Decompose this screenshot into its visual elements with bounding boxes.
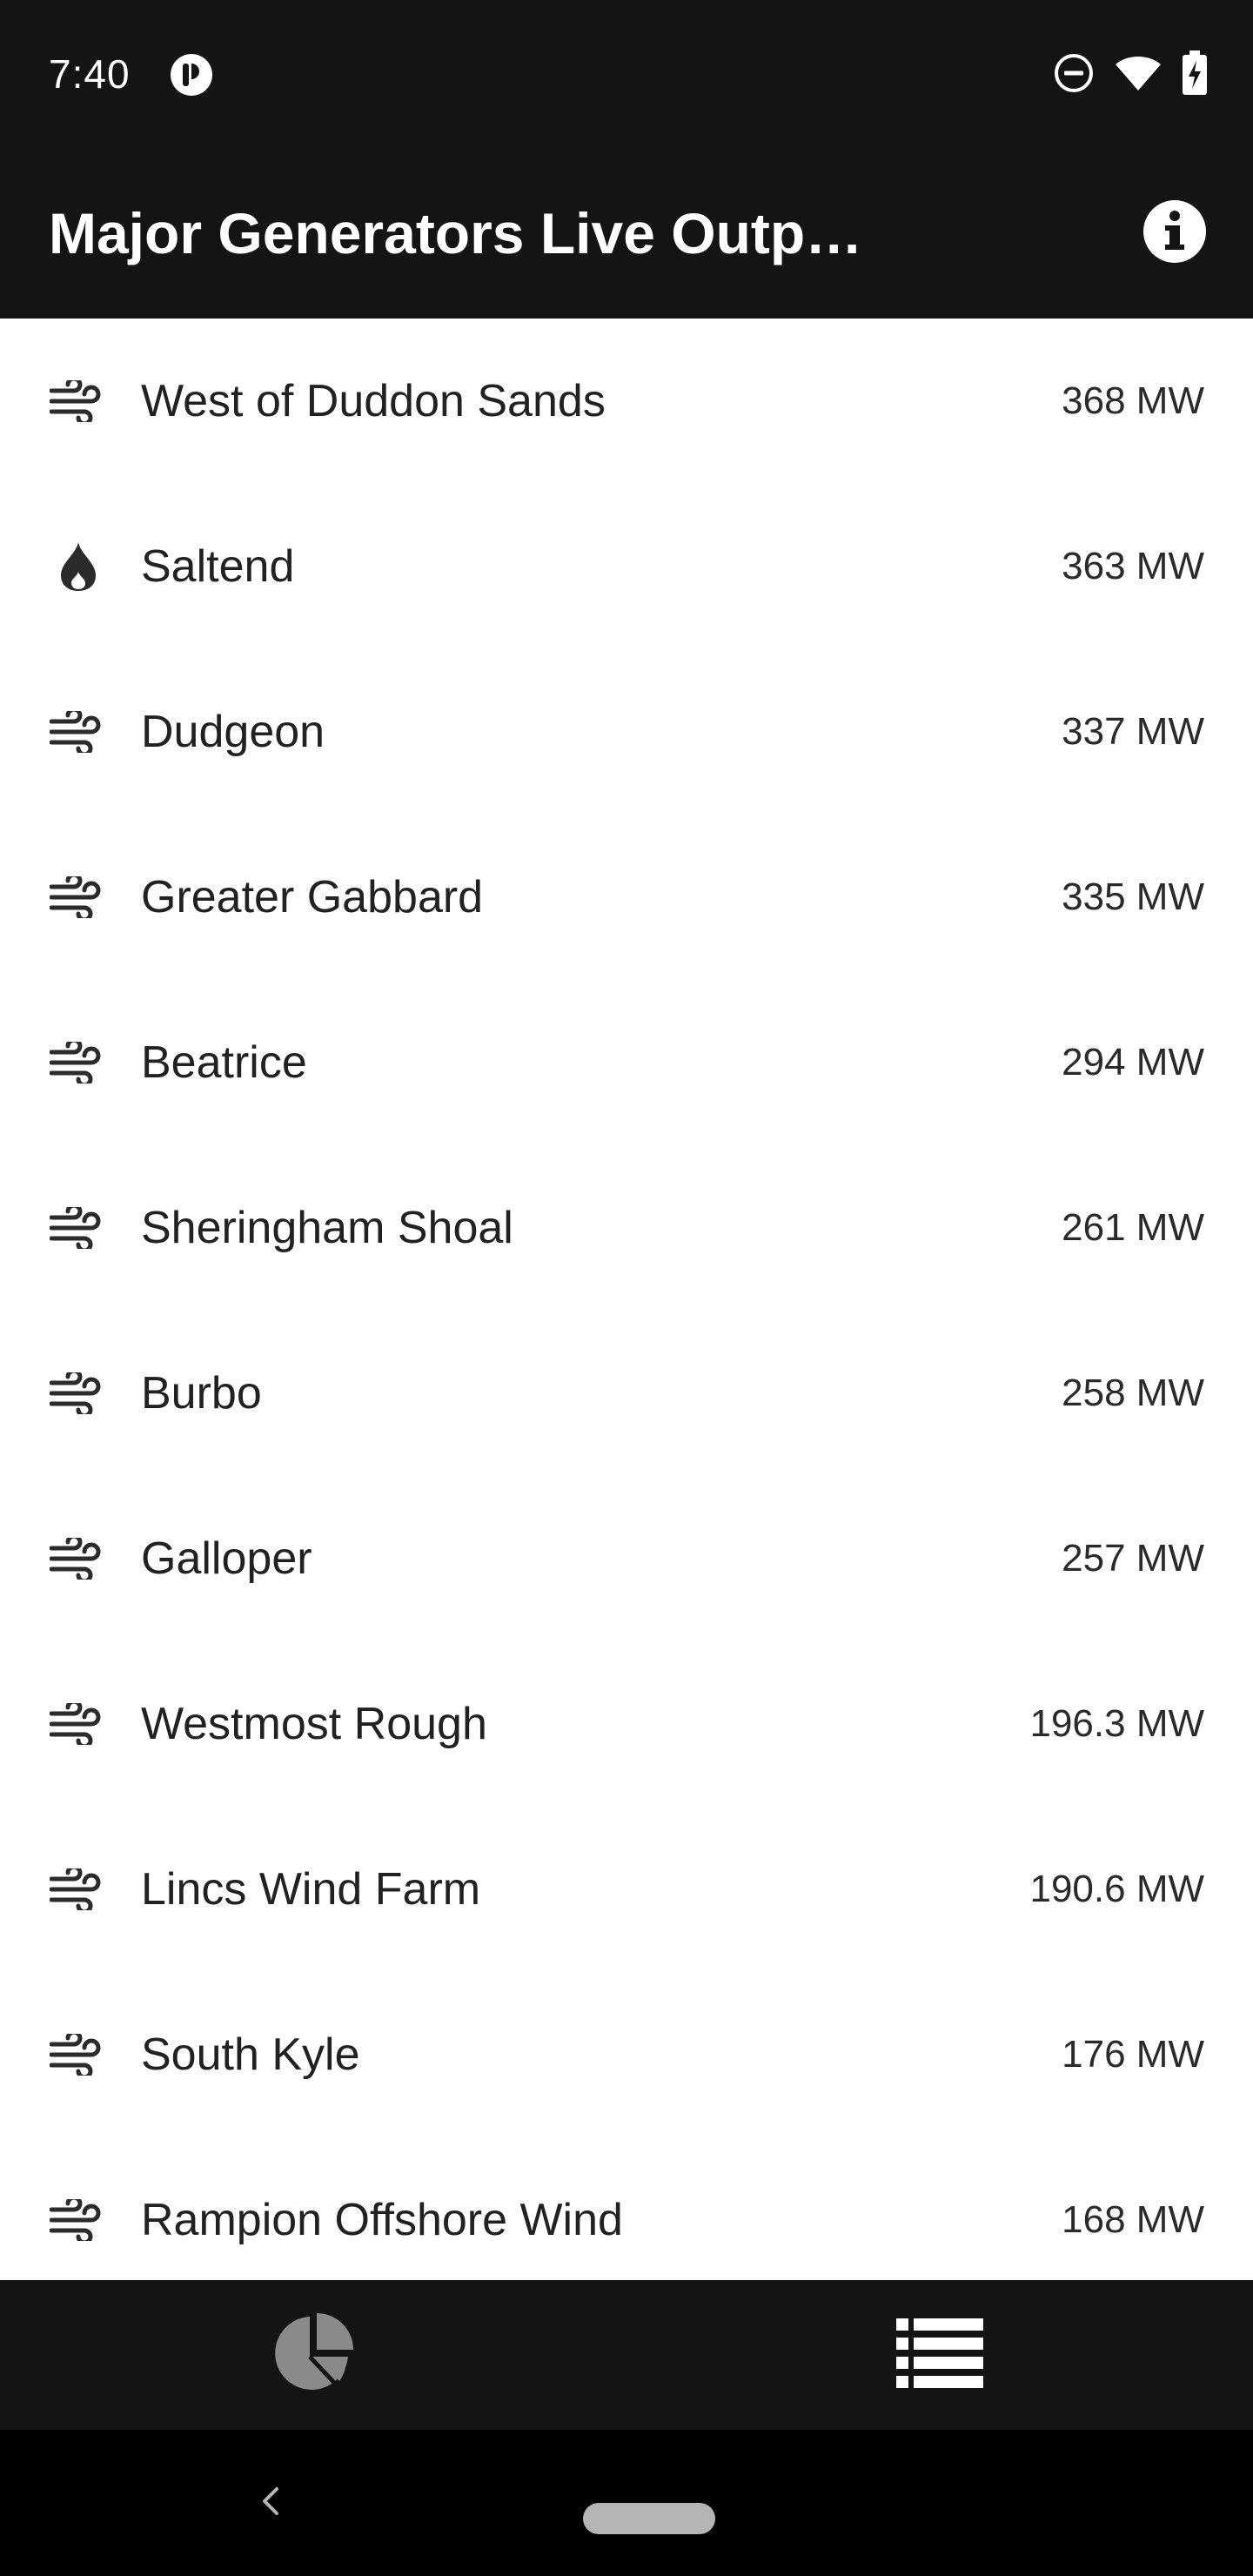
list-item[interactable]: Greater Gabbard 335 MW xyxy=(0,815,1253,980)
generator-output: 257 MW xyxy=(1062,1537,1204,1580)
list-item[interactable]: Lincs Wind Farm 190.6 MW xyxy=(0,1807,1253,1972)
flame-icon xyxy=(49,537,108,596)
wind-icon xyxy=(49,1860,108,1919)
status-bar: 7:40 xyxy=(0,0,1253,148)
wind-icon xyxy=(49,2025,108,2084)
generator-output: 294 MW xyxy=(1062,1041,1204,1083)
generator-output: 258 MW xyxy=(1062,1372,1204,1414)
do-not-disturb-icon xyxy=(1053,52,1095,98)
generator-output: 190.6 MW xyxy=(1029,1868,1204,1910)
generator-name: West of Duddon Sands xyxy=(141,376,606,426)
list-item[interactable]: Sheringham Shoal 261 MW xyxy=(0,1145,1253,1311)
home-pill[interactable] xyxy=(583,2503,715,2534)
generator-list[interactable]: West of Duddon Sands 368 MW Saltend 363 … xyxy=(0,319,1253,2280)
list-item[interactable]: South Kyle 176 MW xyxy=(0,1972,1253,2137)
wind-icon xyxy=(49,1198,108,1258)
system-navigation-bar xyxy=(0,2430,1253,2576)
list-item[interactable]: West of Duddon Sands 368 MW xyxy=(0,319,1253,484)
generator-output: 335 MW xyxy=(1062,875,1204,918)
list-item[interactable]: Westmost Rough 196.3 MW xyxy=(0,1641,1253,1807)
wind-icon xyxy=(49,868,108,927)
list-item[interactable]: Saltend 363 MW xyxy=(0,484,1253,649)
tab-chart[interactable] xyxy=(0,2280,626,2430)
wind-icon xyxy=(49,2190,108,2250)
list-icon xyxy=(895,2317,985,2394)
app-notification-icon xyxy=(169,52,214,97)
generator-name: Burbo xyxy=(141,1368,262,1419)
generator-name: Beatrice xyxy=(141,1037,307,1088)
generator-output: 368 MW xyxy=(1062,379,1204,422)
generator-name: Saltend xyxy=(141,541,295,592)
generator-name: South Kyle xyxy=(141,2029,360,2080)
status-time: 7:40 xyxy=(49,51,131,97)
generator-name: Westmost Rough xyxy=(141,1699,487,1749)
app-bar: Major Generators Live Output… xyxy=(0,148,1253,319)
generator-output: 176 MW xyxy=(1062,2033,1204,2076)
generator-output: 337 MW xyxy=(1062,710,1204,753)
wind-icon xyxy=(49,1529,108,1588)
list-item[interactable]: Dudgeon 337 MW xyxy=(0,649,1253,815)
list-item[interactable]: Rampion Offshore Wind 168 MW xyxy=(0,2137,1253,2280)
battery-charging-icon xyxy=(1182,50,1208,100)
wind-icon xyxy=(49,1694,108,1754)
generator-name: Lincs Wind Farm xyxy=(141,1864,481,1915)
generator-output: 168 MW xyxy=(1062,2198,1204,2241)
wind-icon xyxy=(49,372,108,431)
status-icons xyxy=(1053,50,1208,99)
generator-output: 261 MW xyxy=(1062,1206,1204,1249)
wind-icon xyxy=(49,702,108,761)
list-item[interactable]: Galloper 257 MW xyxy=(0,1476,1253,1641)
info-icon xyxy=(1142,198,1208,269)
back-icon[interactable] xyxy=(252,2482,291,2520)
info-button[interactable] xyxy=(1140,198,1209,268)
wifi-icon xyxy=(1114,52,1163,98)
pie-chart-icon xyxy=(270,2310,357,2401)
generator-output: 363 MW xyxy=(1062,545,1204,587)
generator-name: Sheringham Shoal xyxy=(141,1203,513,1253)
tab-list[interactable] xyxy=(626,2280,1253,2430)
list-item[interactable]: Beatrice 294 MW xyxy=(0,980,1253,1145)
list-item[interactable]: Burbo 258 MW xyxy=(0,1311,1253,1476)
generator-name: Rampion Offshore Wind xyxy=(141,2195,623,2245)
page-title: Major Generators Live Output… xyxy=(49,201,884,265)
bottom-navigation xyxy=(0,2280,1253,2430)
wind-icon xyxy=(49,1033,108,1092)
generator-name: Dudgeon xyxy=(141,707,325,757)
generator-name: Galloper xyxy=(141,1533,312,1584)
generator-name: Greater Gabbard xyxy=(141,872,484,922)
wind-icon xyxy=(49,1364,108,1423)
generator-output: 196.3 MW xyxy=(1029,1702,1204,1745)
